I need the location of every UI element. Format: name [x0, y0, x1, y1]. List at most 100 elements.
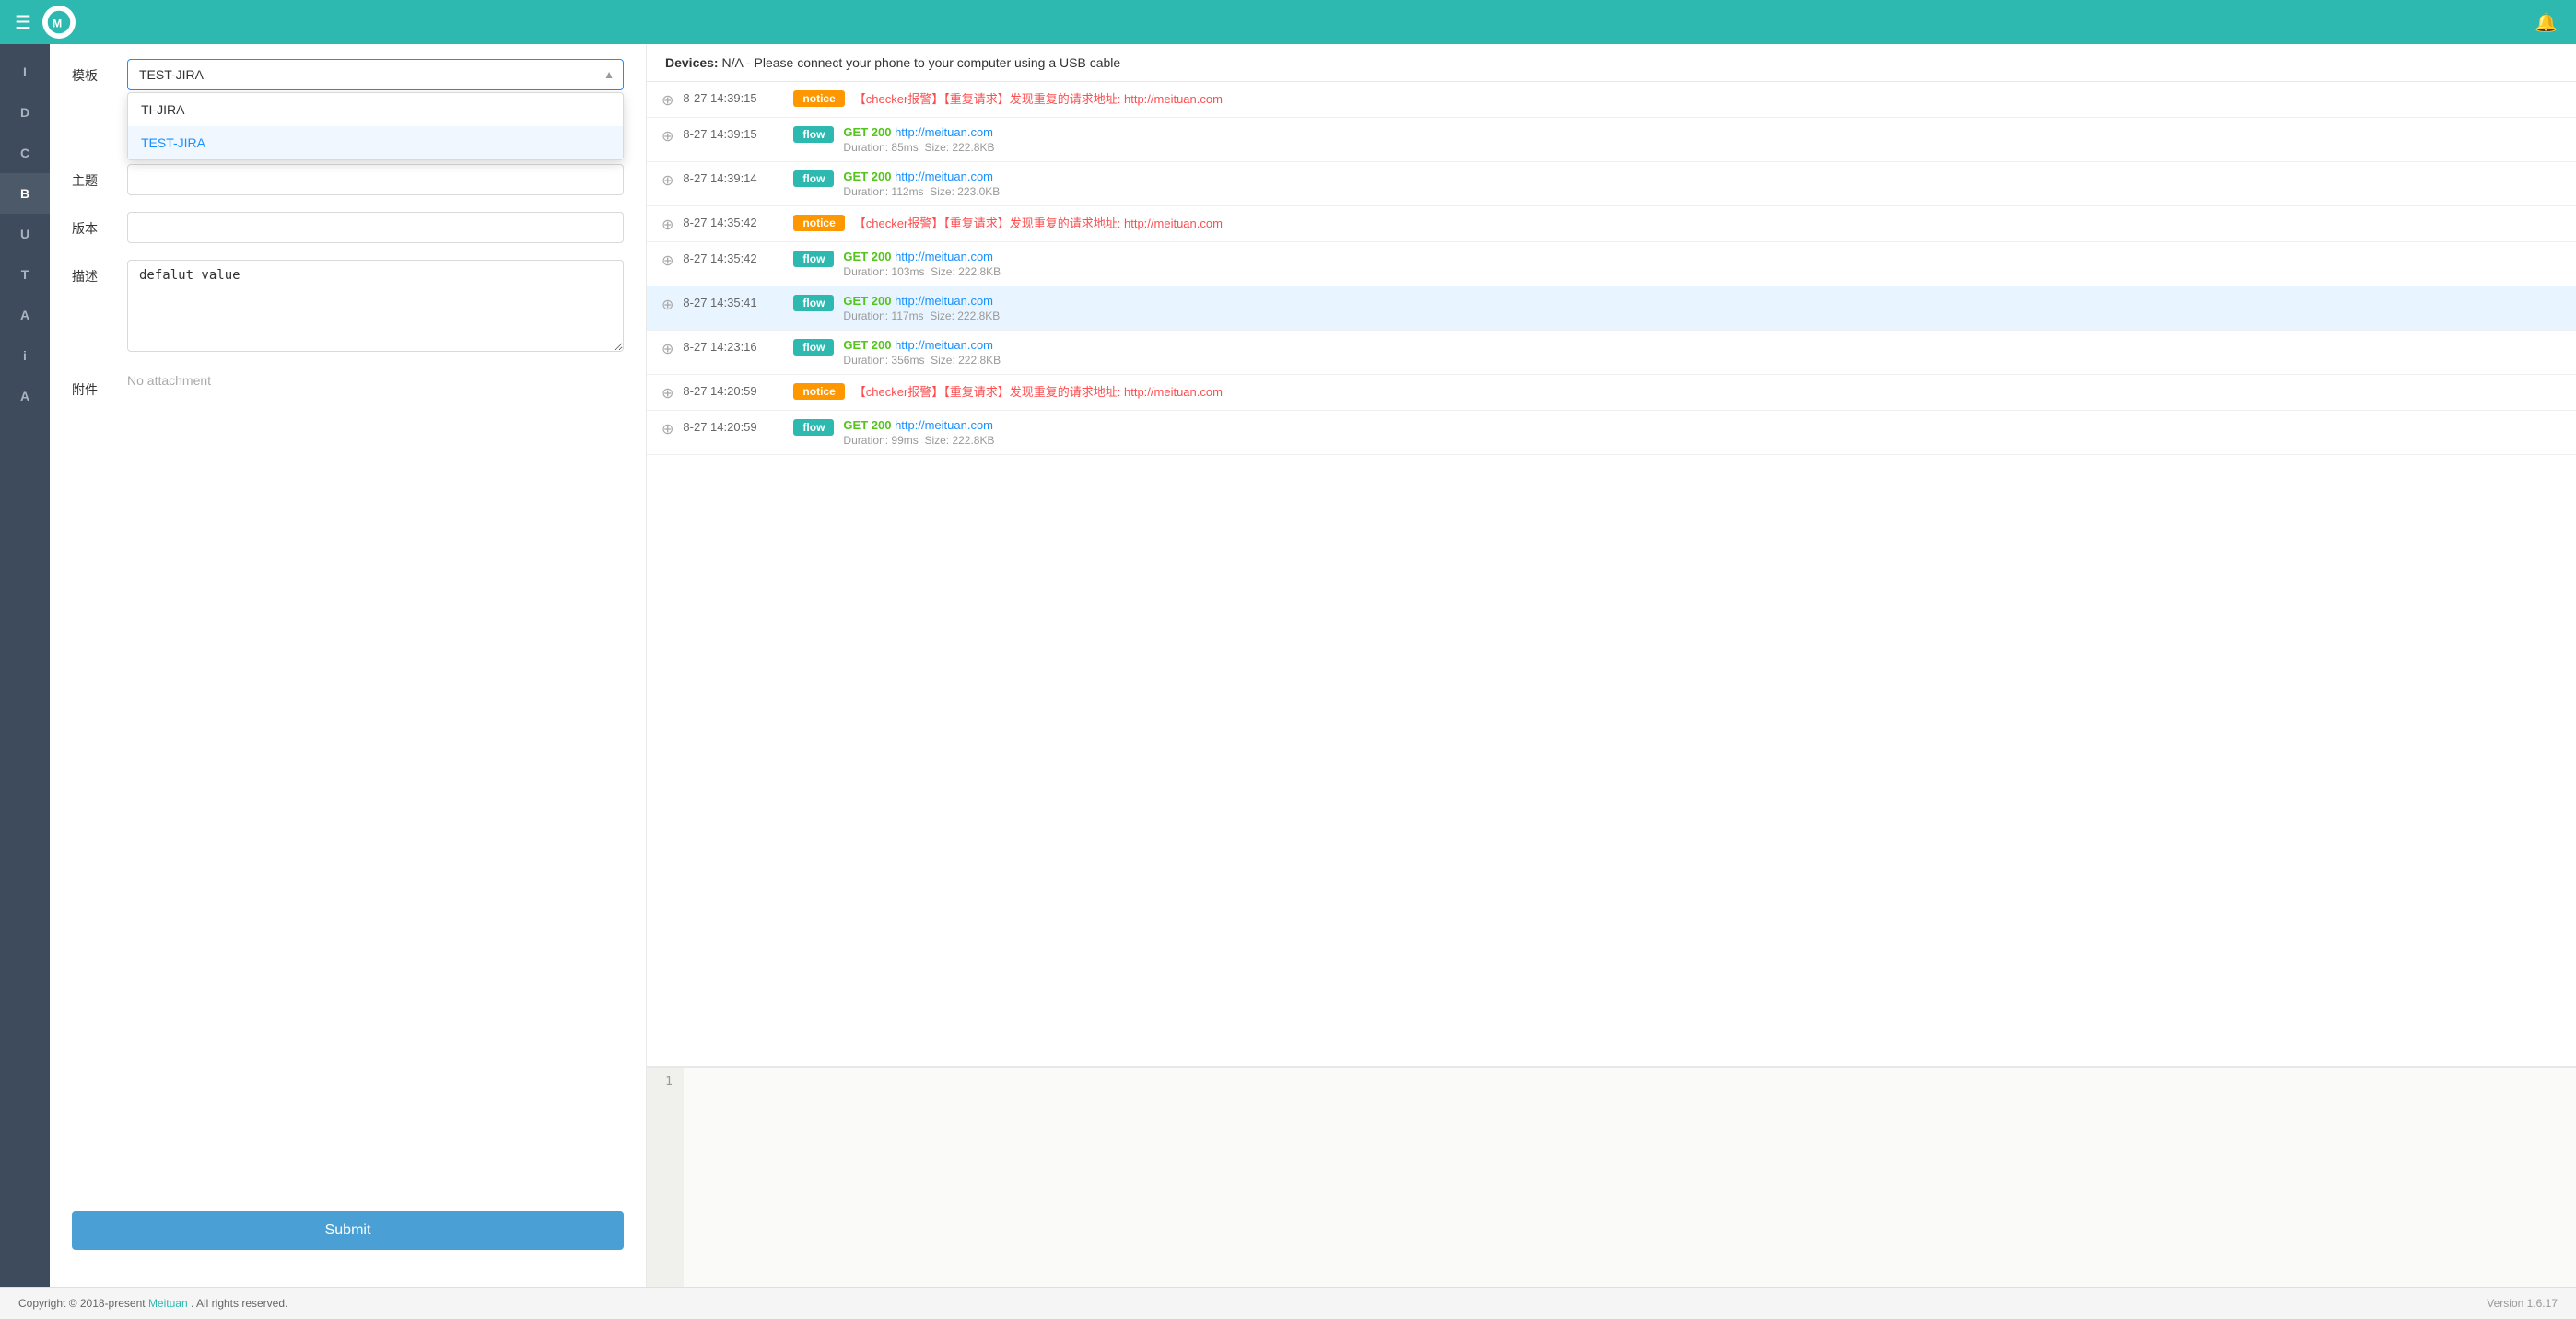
- sidebar-item-i1[interactable]: I: [0, 52, 50, 92]
- subject-input[interactable]: [127, 164, 624, 195]
- status: 200: [872, 418, 895, 432]
- footer-copyright: Copyright © 2018-present Meituan . All r…: [18, 1297, 287, 1310]
- footer-brand-link[interactable]: Meituan: [148, 1297, 188, 1310]
- network-info: 【checker报警】【重复请求】发现重复的请求地址: http://meitu…: [854, 382, 2561, 400]
- url[interactable]: http://meituan.com: [895, 294, 993, 308]
- desc-row: 描述 defalut value: [72, 260, 624, 356]
- template-dropdown: TI-JIRA TEST-JIRA: [127, 92, 624, 160]
- submit-wrapper: Submit: [72, 1211, 624, 1250]
- right-panel: Devices: N/A - Please connect your phone…: [647, 44, 2576, 1287]
- status: 200: [872, 294, 895, 308]
- template-input-wrapper: ▲ TI-JIRA TEST-JIRA: [127, 59, 624, 90]
- desc-field: defalut value: [127, 260, 624, 356]
- url[interactable]: http://meituan.com: [895, 169, 993, 183]
- method: GET: [843, 169, 871, 183]
- url[interactable]: http://meituan.com: [895, 250, 993, 263]
- code-panel: 1: [647, 1066, 2576, 1287]
- item-timestamp: 8-27 14:35:41: [683, 296, 793, 309]
- sidebar-item-i2[interactable]: i: [0, 335, 50, 376]
- dropdown-item-test-jira[interactable]: TEST-JIRA: [128, 126, 623, 159]
- plus-icon: ⊕: [662, 340, 673, 358]
- network-item[interactable]: ⊕ 8-27 14:39:14 flow GET 200 http://meit…: [647, 162, 2576, 206]
- footer: Copyright © 2018-present Meituan . All r…: [0, 1287, 2576, 1319]
- status: 200: [872, 125, 895, 139]
- bell-icon[interactable]: 🔔: [2535, 11, 2558, 34]
- sidebar-item-a1[interactable]: A: [0, 295, 50, 335]
- version-row: 版本: [72, 212, 624, 243]
- chevron-down-icon: ▲: [603, 68, 615, 81]
- desc-textarea[interactable]: defalut value: [127, 260, 624, 352]
- code-content[interactable]: [684, 1068, 2576, 1287]
- badge: notice: [793, 90, 844, 107]
- menu-icon[interactable]: ☰: [15, 11, 31, 34]
- network-item[interactable]: ⊕ 8-27 14:35:42 notice 【checker报警】【重复请求】…: [647, 206, 2576, 242]
- version-field: [127, 212, 624, 243]
- status: 200: [872, 250, 895, 263]
- method: GET: [843, 125, 871, 139]
- sidebar-item-d[interactable]: D: [0, 92, 50, 133]
- notice-text: 【checker报警】【重复请求】发现重复的请求地址: http://meitu…: [854, 214, 2561, 231]
- badge: notice: [793, 215, 844, 231]
- network-title: GET 200 http://meituan.com: [843, 338, 2561, 352]
- template-input[interactable]: [127, 59, 624, 90]
- network-meta: Duration: 356ms Size: 222.8KB: [843, 354, 2561, 367]
- logo: M: [42, 6, 76, 39]
- network-meta: Duration: 117ms Size: 222.8KB: [843, 309, 2561, 322]
- sidebar-item-u[interactable]: U: [0, 214, 50, 254]
- method: GET: [843, 250, 871, 263]
- url[interactable]: http://meituan.com: [895, 338, 993, 352]
- sidebar-item-a2[interactable]: A: [0, 376, 50, 416]
- network-item[interactable]: ⊕ 8-27 14:35:42 flow GET 200 http://meit…: [647, 242, 2576, 286]
- network-item[interactable]: ⊕ 8-27 14:39:15 flow GET 200 http://meit…: [647, 118, 2576, 162]
- network-item[interactable]: ⊕ 8-27 14:20:59 notice 【checker报警】【重复请求】…: [647, 375, 2576, 411]
- submit-button[interactable]: Submit: [72, 1211, 624, 1250]
- version-input[interactable]: [127, 212, 624, 243]
- network-info: 【checker报警】【重复请求】发现重复的请求地址: http://meitu…: [854, 89, 2561, 107]
- item-timestamp: 8-27 14:39:14: [683, 171, 793, 185]
- url[interactable]: http://meituan.com: [895, 418, 993, 432]
- network-meta: Duration: 103ms Size: 222.8KB: [843, 265, 2561, 278]
- network-info: 【checker报警】【重复请求】发现重复的请求地址: http://meitu…: [854, 214, 2561, 231]
- network-list: ⊕ 8-27 14:39:15 notice 【checker报警】【重复请求】…: [647, 82, 2576, 1066]
- network-meta: Duration: 85ms Size: 222.8KB: [843, 141, 2561, 154]
- badge: flow: [793, 419, 834, 436]
- item-timestamp: 8-27 14:35:42: [683, 216, 793, 229]
- plus-icon: ⊕: [662, 91, 673, 110]
- method: GET: [843, 294, 871, 308]
- network-item[interactable]: ⊕ 8-27 14:39:15 notice 【checker报警】【重复请求】…: [647, 82, 2576, 118]
- item-timestamp: 8-27 14:20:59: [683, 420, 793, 434]
- plus-icon: ⊕: [662, 251, 673, 270]
- template-row: 模板 ▲ TI-JIRA TEST-JIRA: [72, 59, 624, 90]
- network-meta: Duration: 112ms Size: 223.0KB: [843, 185, 2561, 198]
- badge: flow: [793, 170, 834, 187]
- badge: flow: [793, 251, 834, 267]
- network-info: GET 200 http://meituan.com Duration: 103…: [843, 250, 2561, 278]
- item-timestamp: 8-27 14:39:15: [683, 91, 793, 105]
- badge: flow: [793, 126, 834, 143]
- subject-field: [127, 164, 624, 195]
- subject-label: 主题: [72, 171, 127, 190]
- network-item[interactable]: ⊕ 8-27 14:20:59 flow GET 200 http://meit…: [647, 411, 2576, 455]
- network-info: GET 200 http://meituan.com Duration: 85m…: [843, 125, 2561, 154]
- device-label: Devices:: [665, 55, 719, 70]
- network-info: GET 200 http://meituan.com Duration: 356…: [843, 338, 2561, 367]
- status: 200: [872, 338, 895, 352]
- main-layout: I D C B U T A i A 模板 ▲ TI-JIRA: [0, 44, 2576, 1287]
- footer-rights: . All rights reserved.: [191, 1297, 287, 1310]
- plus-icon: ⊕: [662, 384, 673, 403]
- plus-icon: ⊕: [662, 171, 673, 190]
- sidebar-item-c[interactable]: C: [0, 133, 50, 173]
- plus-icon: ⊕: [662, 420, 673, 438]
- line-number-1: 1: [658, 1075, 673, 1089]
- network-item[interactable]: ⊕ 8-27 14:23:16 flow GET 200 http://meit…: [647, 331, 2576, 375]
- sidebar-item-b[interactable]: B: [0, 173, 50, 214]
- url[interactable]: http://meituan.com: [895, 125, 993, 139]
- device-bar: Devices: N/A - Please connect your phone…: [647, 44, 2576, 82]
- sidebar-item-t[interactable]: T: [0, 254, 50, 295]
- network-title: GET 200 http://meituan.com: [843, 294, 2561, 308]
- subject-row: 主题: [72, 164, 624, 195]
- network-item[interactable]: ⊕ 8-27 14:35:41 flow GET 200 http://meit…: [647, 286, 2576, 331]
- version-label: 版本: [72, 219, 127, 238]
- dropdown-item-ti-jira[interactable]: TI-JIRA: [128, 93, 623, 126]
- attach-label: 附件: [72, 380, 127, 399]
